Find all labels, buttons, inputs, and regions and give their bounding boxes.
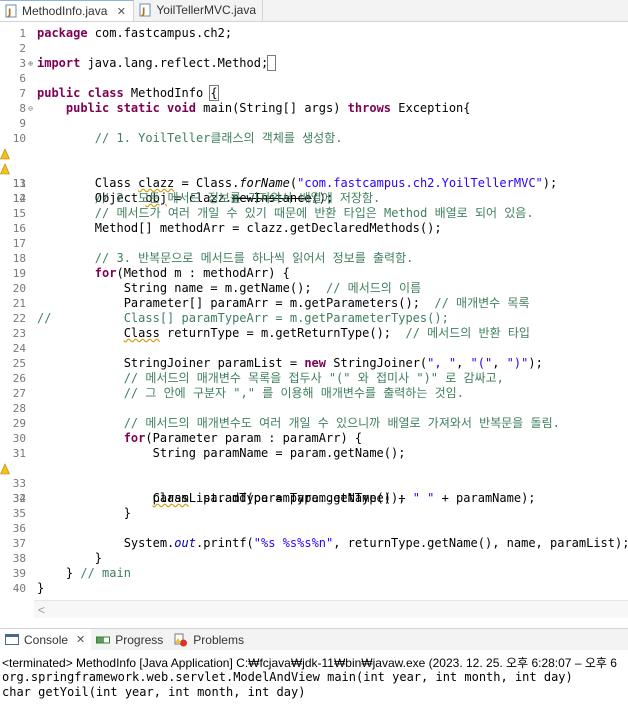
code-line: 7 public class MethodInfo { [19,85,219,101]
code-line: 16 Method[] methodArr = clazz.getDeclare… [12,221,442,235]
code-line: 31 String paramName = param.getName(); [12,446,406,460]
svg-text:J: J [7,8,11,18]
code-editor[interactable]: 1 package com.fastcampus.ch2; 2 3 ⊕ import … [0,23,628,598]
tab-label: Console [24,632,69,647]
code-line: 23 Class returnType = m.getReturnType();… [12,326,530,340]
java-file-icon: J [138,3,152,17]
code-line: 32 Class paramType = param.getType(); [0,461,628,505]
svg-text:J: J [141,7,145,17]
tab-problems[interactable]: Problems [169,629,250,651]
java-file-icon: J [4,4,18,18]
scroll-left-icon[interactable]: < [38,603,45,617]
close-icon[interactable]: ✕ [115,5,127,18]
close-icon[interactable]: ✕ [76,633,85,646]
terminated-status: <terminated> MethodInfo [Java Applicatio… [2,656,617,670]
code-line: 12 Object obj = clazz.newInstance(); [0,161,628,205]
console-line: char getYoil(int year, int month, int da… [2,685,306,699]
code-line: 15 // 메서드가 여러 개일 수 있기 때문에 반환 타입은 Method … [12,206,534,220]
code-line: 29 // 메서드의 매개변수도 여러 개일 수 있으니까 배열로 가져와서 반… [12,416,560,430]
tab-progress[interactable]: Progress [91,629,169,651]
console-icon [4,633,20,647]
code-line: 40} [12,581,45,595]
code-line: 13 [12,177,26,190]
code-line: 35 } [12,506,131,520]
code-line: 37 System.out.printf("%s %s%s%n", return… [12,536,628,550]
code-line: 27 // 그 안에 구분자 "," 를 이용해 매개변수를 출력하는 것임. [12,386,464,400]
collapse-icon[interactable]: ⊖ [26,104,35,113]
expand-icon[interactable]: ⊕ [26,59,35,68]
code-line: 38 } [12,551,103,565]
code-line: 39 } // main [12,566,131,580]
code-line: 1 package com.fastcampus.ch2; [19,26,233,40]
code-line: 14 // 2. 모든 메서드 정보를 가져와서 배열에 저장함. [12,191,381,205]
code-line: 28 [12,402,26,415]
code-line: 36 [12,522,26,535]
code-line: 34 paramList.add(paramType.getName() + "… [12,491,536,505]
tab-label: MethodInfo.java [22,4,108,18]
code-line: 8 ⊖ public static void main(String[] args… [19,101,471,115]
code-line: 10 // 1. YoilTeller클래스의 객체를 생성함. [12,131,343,145]
tab-label: Problems [193,632,244,647]
code-line: 21 Parameter[] paramArr = m.getParameter… [12,296,530,310]
code-line: 30 for(Parameter param : paramArr) { [12,431,363,445]
view-tab-bar: Console ✕ Progress Problems [0,628,628,651]
code-line: 33 [12,477,26,490]
code-line: 3 ⊕ import java.lang.reflect.Method; [0,55,628,71]
progress-icon [95,633,111,647]
console-line: org.springframework.web.servlet.ModelAnd… [2,670,573,684]
code-line: 22// Class[] paramTypeArr = m.getParamet… [12,311,449,325]
warning-icon [0,148,10,160]
tab-methodinfo-java[interactable]: J MethodInfo.java ✕ [0,0,135,21]
tab-yoiltellermvc-java[interactable]: J YoilTellerMVC.java [134,0,263,21]
code-line: 24 [12,342,26,355]
code-line: 2 [19,42,26,55]
warning-icon [0,163,10,175]
warning-icon [0,463,10,475]
tab-label: YoilTellerMVC.java [156,3,256,17]
tab-label: Progress [115,632,164,647]
code-line: 20 String name = m.getName(); // 메서드의 이름 [12,281,422,295]
code-line: 17 [12,237,26,250]
code-line: 18 // 3. 반복문으로 메서드를 하나씩 읽어서 정보를 출력함. [12,251,414,265]
folded-import-marker[interactable] [267,55,277,71]
tab-console[interactable]: Console ✕ [0,628,92,651]
code-line: 11 Class clazz = Class.forName("com.fast… [0,146,628,190]
code-line: 25 StringJoiner paramList = new StringJo… [12,356,543,370]
code-line: 19 for(Method m : methodArr) { [12,266,290,280]
code-line: 6 [19,72,26,85]
console-output[interactable]: <terminated> MethodInfo [Java Applicatio… [0,651,628,708]
code-line: 9 [19,117,26,130]
editor-tab-bar: J MethodInfo.java ✕ J YoilTellerMVC.java [0,0,628,22]
problems-icon [173,633,189,647]
code-line: 26 // 메서드의 매개변수 목록을 접두사 "(" 와 접미사 ")" 로 … [12,371,504,385]
horizontal-scrollbar[interactable]: < [34,600,628,618]
